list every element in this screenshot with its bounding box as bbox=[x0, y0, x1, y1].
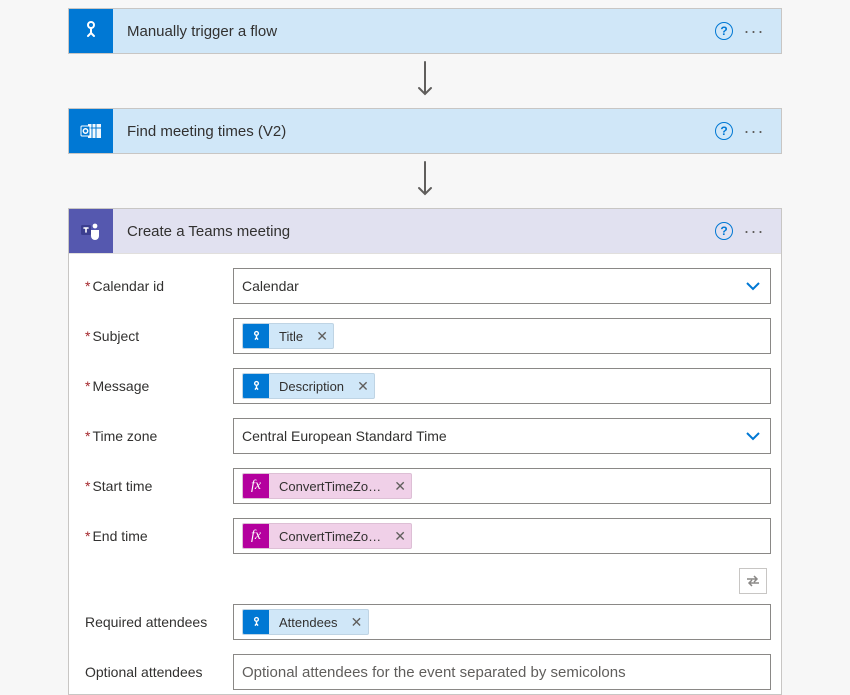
label-required-attendees: Required attendees bbox=[77, 614, 233, 630]
label-optional-attendees: Optional attendees bbox=[77, 664, 233, 680]
more-icon[interactable]: ··· bbox=[739, 16, 769, 46]
more-icon[interactable]: ··· bbox=[739, 116, 769, 146]
token-convert-time-zone[interactable]: fx ConvertTimeZo… ✕ bbox=[242, 473, 412, 499]
token-convert-time-zone[interactable]: fx ConvertTimeZo… ✕ bbox=[242, 523, 412, 549]
calendar-id-value: Calendar bbox=[242, 278, 299, 294]
token-attendees[interactable]: Attendees ✕ bbox=[242, 609, 369, 635]
label-calendar-id: *Calendar id bbox=[77, 278, 233, 294]
label-time-zone: *Time zone bbox=[77, 428, 233, 444]
fx-icon: fx bbox=[243, 473, 269, 499]
token-remove-icon[interactable]: ✕ bbox=[389, 473, 411, 499]
action-card-find-meeting[interactable]: Find meeting times (V2) ? ··· bbox=[68, 108, 782, 154]
chevron-down-icon bbox=[744, 427, 762, 445]
touch-icon bbox=[243, 323, 269, 349]
touch-icon bbox=[69, 9, 113, 53]
touch-icon bbox=[243, 373, 269, 399]
token-remove-icon[interactable]: ✕ bbox=[311, 323, 333, 349]
label-subject: *Subject bbox=[77, 328, 233, 344]
help-icon[interactable]: ? bbox=[715, 22, 733, 40]
token-remove-icon[interactable]: ✕ bbox=[352, 373, 374, 399]
token-remove-icon[interactable]: ✕ bbox=[346, 609, 368, 635]
fx-icon: fx bbox=[243, 523, 269, 549]
optional-attendees-field[interactable] bbox=[242, 655, 762, 689]
optional-attendees-input[interactable] bbox=[233, 654, 771, 690]
label-end-time: *End time bbox=[77, 528, 233, 544]
trigger-card-manual[interactable]: Manually trigger a flow ? ··· bbox=[68, 8, 782, 54]
trigger-title: Manually trigger a flow bbox=[113, 23, 715, 40]
action-card-create-teams-meeting: Create a Teams meeting ? ··· *Calendar i… bbox=[68, 208, 782, 695]
action-header[interactable]: Create a Teams meeting ? ··· bbox=[69, 209, 781, 253]
label-message: *Message bbox=[77, 378, 233, 394]
token-title[interactable]: Title ✕ bbox=[242, 323, 334, 349]
start-time-input[interactable]: fx ConvertTimeZo… ✕ bbox=[233, 468, 771, 504]
label-start-time: *Start time bbox=[77, 478, 233, 494]
swap-button[interactable] bbox=[739, 568, 767, 594]
end-time-input[interactable]: fx ConvertTimeZo… ✕ bbox=[233, 518, 771, 554]
subject-input[interactable]: Title ✕ bbox=[233, 318, 771, 354]
help-icon[interactable]: ? bbox=[715, 122, 733, 140]
calendar-id-select[interactable]: Calendar bbox=[233, 268, 771, 304]
message-input[interactable]: Description ✕ bbox=[233, 368, 771, 404]
action-title: Find meeting times (V2) bbox=[113, 123, 715, 140]
teams-icon bbox=[69, 209, 113, 253]
time-zone-select[interactable]: Central European Standard Time bbox=[233, 418, 771, 454]
chevron-down-icon bbox=[744, 277, 762, 295]
flow-arrow-icon bbox=[414, 54, 436, 108]
more-icon[interactable]: ··· bbox=[739, 216, 769, 246]
action-title: Create a Teams meeting bbox=[113, 223, 715, 240]
outlook-calendar-icon bbox=[69, 109, 113, 153]
time-zone-value: Central European Standard Time bbox=[242, 428, 447, 444]
required-attendees-input[interactable]: Attendees ✕ bbox=[233, 604, 771, 640]
help-icon[interactable]: ? bbox=[715, 222, 733, 240]
token-description[interactable]: Description ✕ bbox=[242, 373, 375, 399]
flow-arrow-icon bbox=[414, 154, 436, 208]
token-remove-icon[interactable]: ✕ bbox=[389, 523, 411, 549]
touch-icon bbox=[243, 609, 269, 635]
